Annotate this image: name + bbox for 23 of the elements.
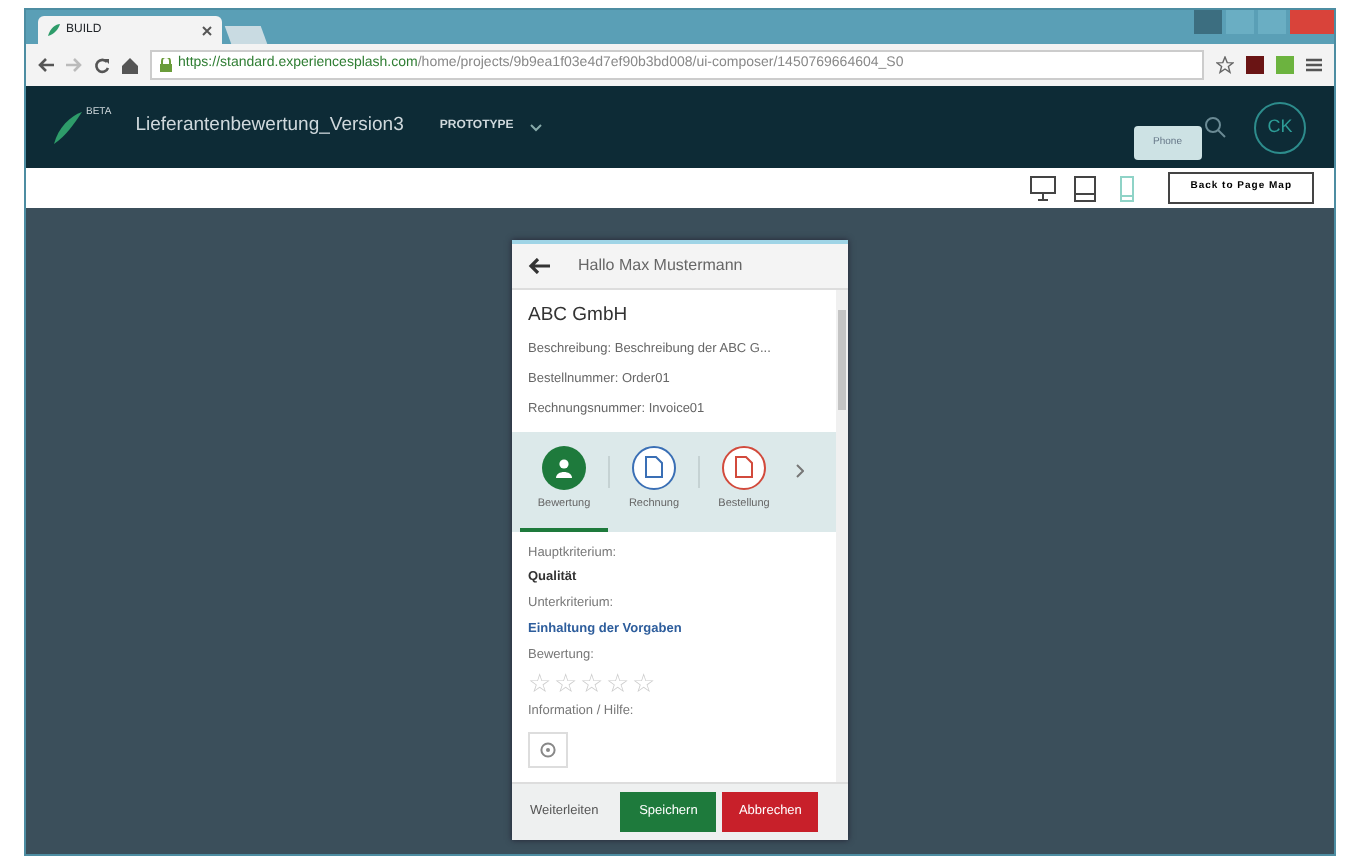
reload-icon[interactable] xyxy=(94,57,110,73)
project-title: Lieferantenbewertung_Version3 xyxy=(135,112,404,141)
back-icon[interactable] xyxy=(38,58,54,72)
tablet-view-icon[interactable] xyxy=(1072,175,1099,201)
logo-icon xyxy=(54,111,82,143)
chevron-right-icon[interactable] xyxy=(796,464,804,478)
caret-icon[interactable] xyxy=(529,123,542,131)
user-avatar[interactable]: CK xyxy=(1254,101,1306,153)
search-icon[interactable] xyxy=(1204,116,1226,138)
company-name: ABC GmbH xyxy=(528,302,630,330)
leaf-icon xyxy=(48,24,60,36)
greeting-title: Hallo Max Mustermann xyxy=(578,254,743,278)
close-icon[interactable] xyxy=(202,25,212,35)
help-icon xyxy=(540,742,556,758)
scrollbar[interactable] xyxy=(836,290,848,782)
star-icon[interactable] xyxy=(1216,56,1234,74)
help-button[interactable] xyxy=(528,732,568,768)
back-arrow-icon[interactable] xyxy=(528,258,550,274)
lock-icon xyxy=(160,58,172,72)
desktop-view-icon[interactable] xyxy=(1030,175,1057,201)
menu-icon[interactable] xyxy=(1306,58,1322,72)
home-icon[interactable] xyxy=(122,57,138,73)
new-tab-button[interactable] xyxy=(224,26,268,44)
